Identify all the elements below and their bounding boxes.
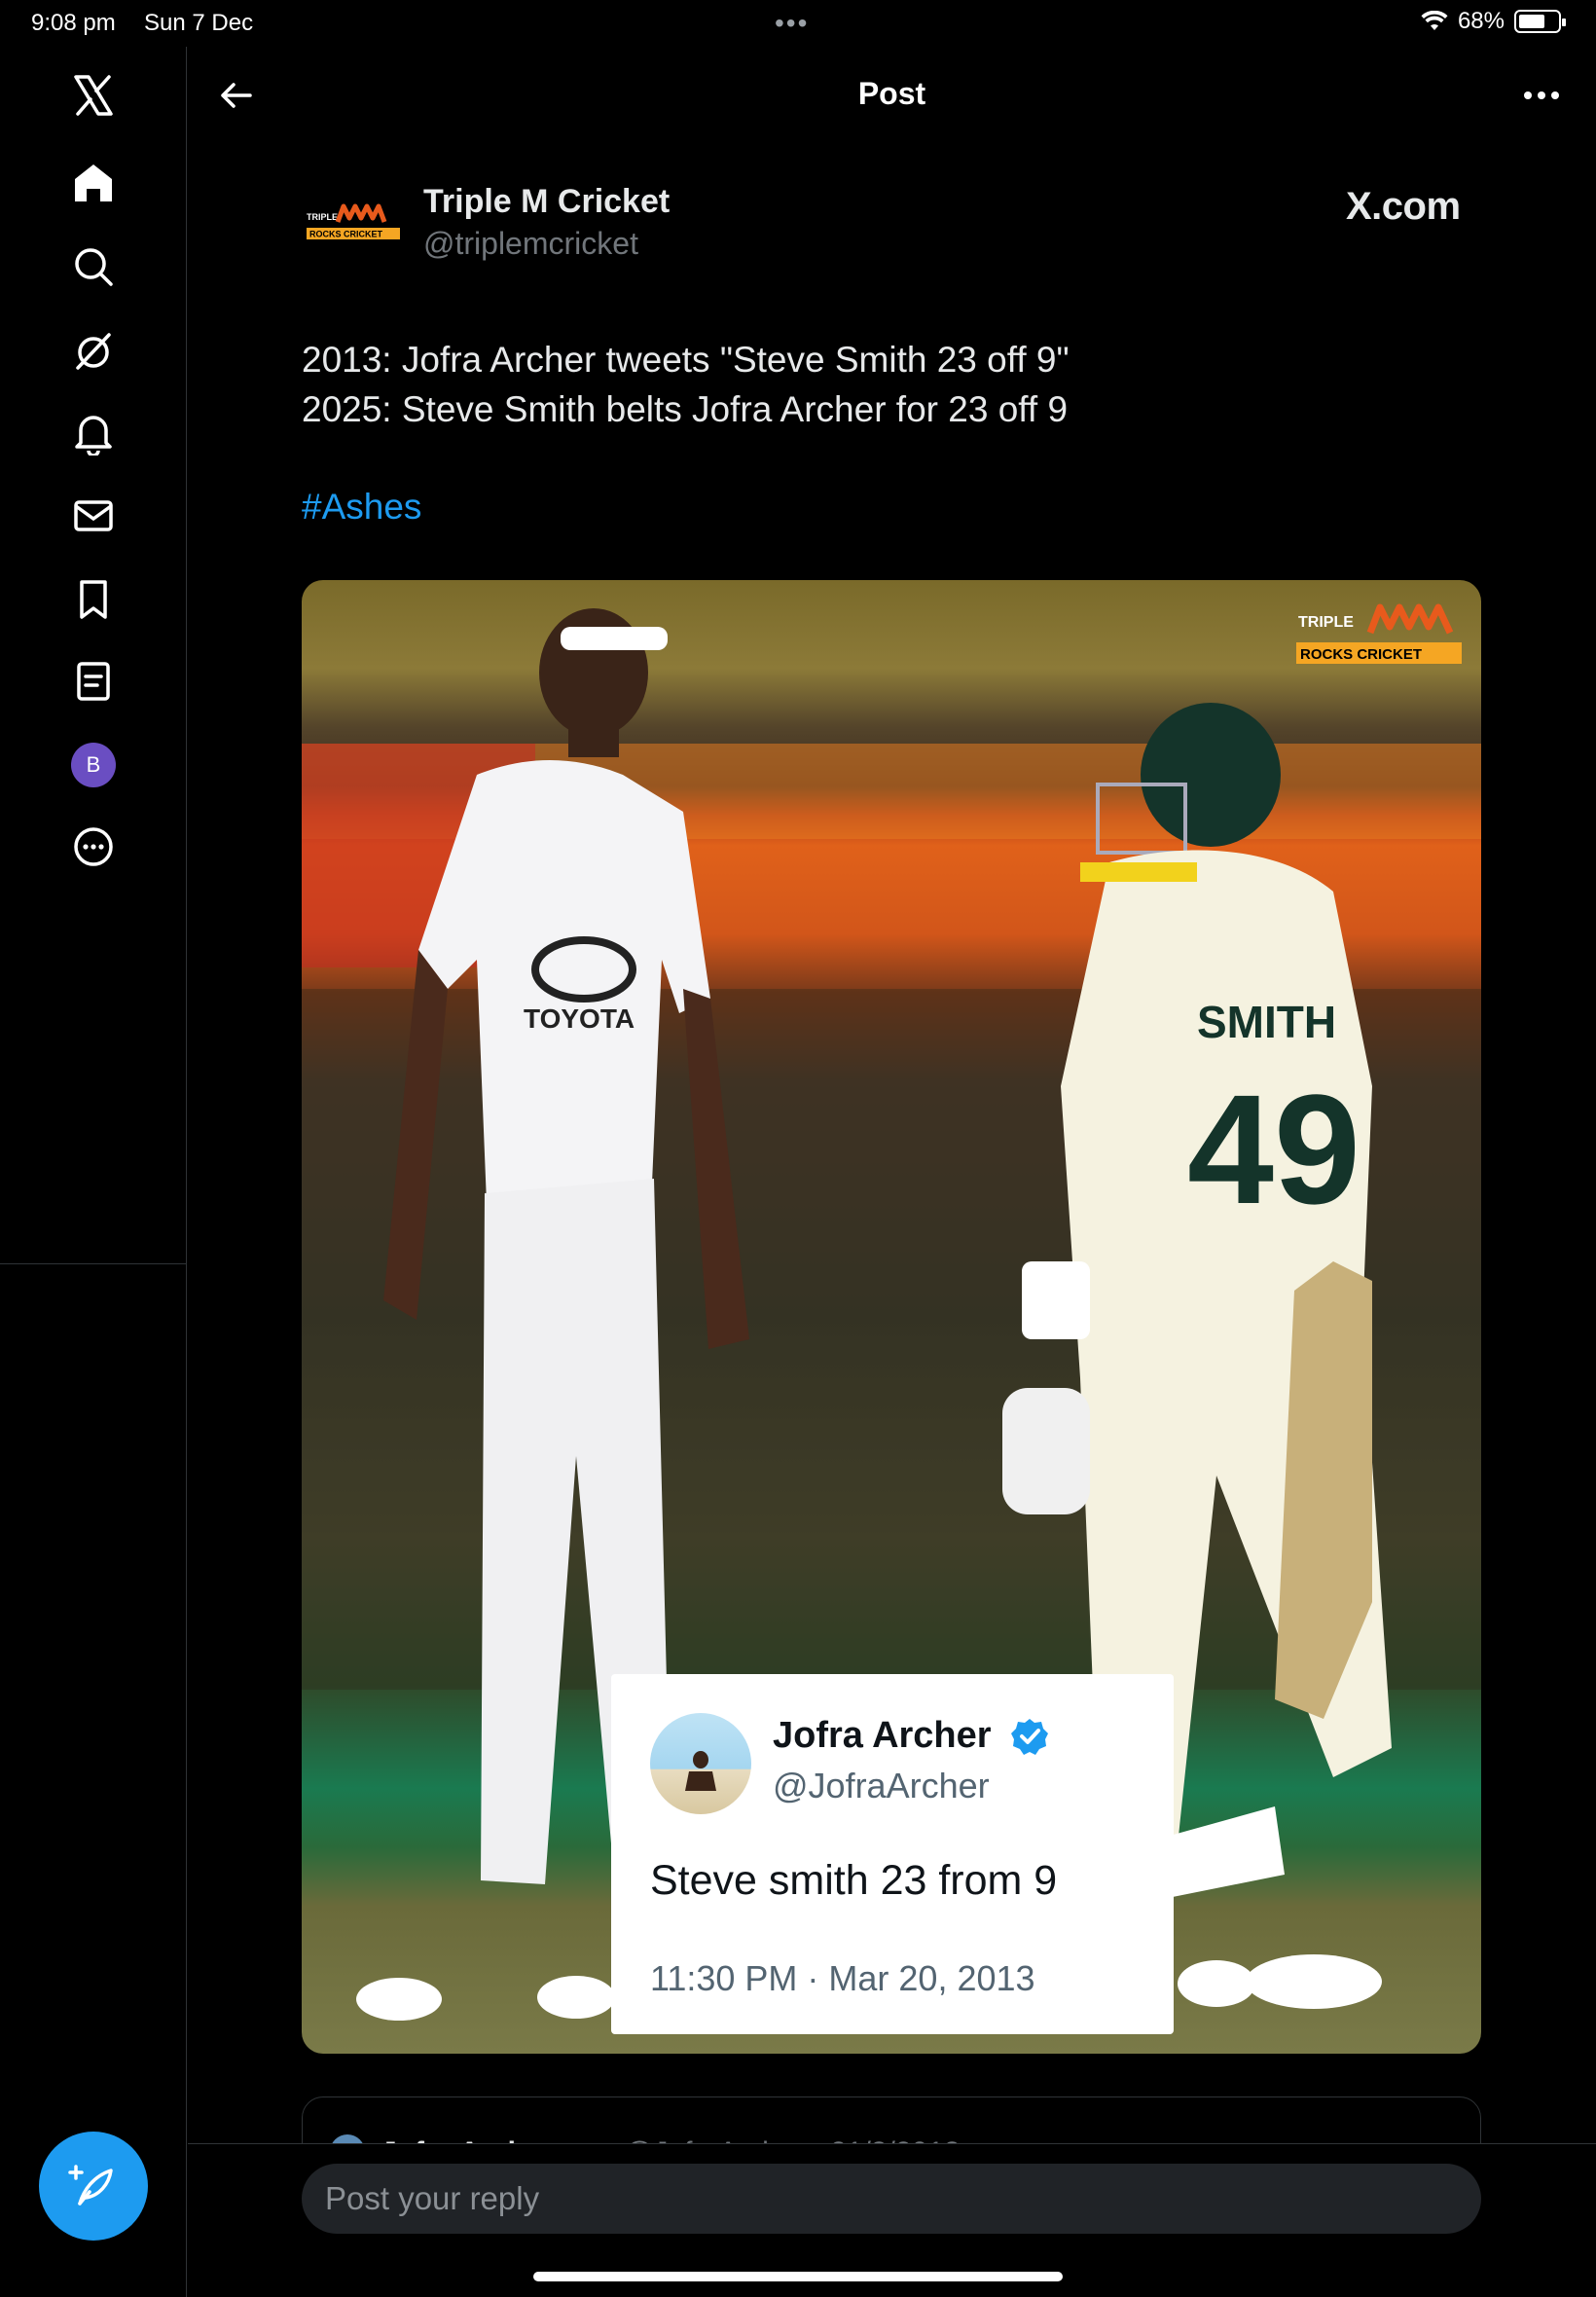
author-name[interactable]: Triple M Cricket bbox=[423, 183, 670, 221]
watermark-text-bottom: ROCKS CRICKET bbox=[1300, 646, 1422, 663]
page-title: Post bbox=[857, 76, 926, 111]
more-options-button[interactable] bbox=[1516, 70, 1567, 121]
embedded-timestamp: 11:30 PM · Mar 20, 2013 bbox=[650, 1958, 1035, 1998]
bell-icon[interactable] bbox=[0, 383, 187, 481]
post-image[interactable]: TOYOTA SMITH 49 TRIPLE ROCKS CRICKET Jof… bbox=[302, 580, 1481, 2054]
status-date: Sun 7 Dec bbox=[144, 10, 254, 36]
watermark-text-top: TRIPLE bbox=[1298, 614, 1354, 631]
embedded-handle: @JofraArcher bbox=[773, 1766, 990, 1805]
jersey-number: 49 bbox=[1187, 1062, 1360, 1236]
wifi-icon bbox=[1421, 11, 1448, 30]
more-circle-icon[interactable] bbox=[0, 798, 187, 895]
verified-badge-icon bbox=[1011, 1719, 1048, 1755]
list-icon[interactable] bbox=[0, 633, 187, 730]
author-avatar[interactable]: TRIPLE ROCKS CRICKET bbox=[305, 183, 402, 257]
jersey-brand: TOYOTA bbox=[524, 1003, 635, 1034]
triple-m-watermark: TRIPLE ROCKS CRICKET bbox=[1296, 603, 1462, 664]
sidebar-divider bbox=[0, 1263, 187, 1264]
source-link[interactable]: X.com bbox=[1346, 185, 1461, 229]
status-time: 9:08 pm bbox=[31, 10, 116, 36]
embedded-name: Jofra Archer bbox=[773, 1715, 992, 1756]
embedded-text: Steve smith 23 from 9 bbox=[650, 1857, 1058, 1904]
battery-icon bbox=[1514, 10, 1566, 33]
compose-button[interactable] bbox=[39, 2132, 148, 2241]
logo-text-top: TRIPLE bbox=[307, 212, 338, 222]
embedded-tweet-card: Jofra Archer @JofraArcher Steve smith 23… bbox=[611, 1674, 1174, 2034]
search-icon[interactable] bbox=[0, 218, 187, 315]
logo-text-bottom: ROCKS CRICKET bbox=[309, 230, 383, 239]
post-header: Post bbox=[188, 47, 1596, 144]
embedded-avatar bbox=[650, 1713, 751, 1814]
sidebar: B bbox=[0, 47, 187, 2297]
multitasking-dots-icon[interactable]: ••• bbox=[775, 8, 809, 39]
home-icon[interactable] bbox=[0, 134, 187, 232]
compose-feather-icon bbox=[68, 2165, 113, 2206]
battery-percent: 68% bbox=[1457, 8, 1505, 34]
home-indicator[interactable] bbox=[533, 2272, 1063, 2281]
battery-level bbox=[1519, 15, 1544, 28]
jersey-name: SMITH bbox=[1197, 997, 1336, 1047]
reply-input[interactable] bbox=[302, 2164, 1481, 2234]
status-bar: 9:08 pm Sun 7 Dec ••• 68% bbox=[0, 0, 1596, 47]
author-handle[interactable]: @triplemcricket bbox=[423, 226, 638, 262]
more-horizontal-icon bbox=[1524, 91, 1559, 99]
hashtag-link[interactable]: #Ashes bbox=[302, 487, 421, 528]
post-text: 2013: Jofra Archer tweets "Steve Smith 2… bbox=[302, 340, 1070, 429]
avatar: B bbox=[71, 743, 116, 787]
mail-icon[interactable] bbox=[0, 467, 187, 565]
status-indicators: 68% bbox=[1421, 8, 1566, 35]
x-logo-icon[interactable] bbox=[0, 47, 187, 144]
